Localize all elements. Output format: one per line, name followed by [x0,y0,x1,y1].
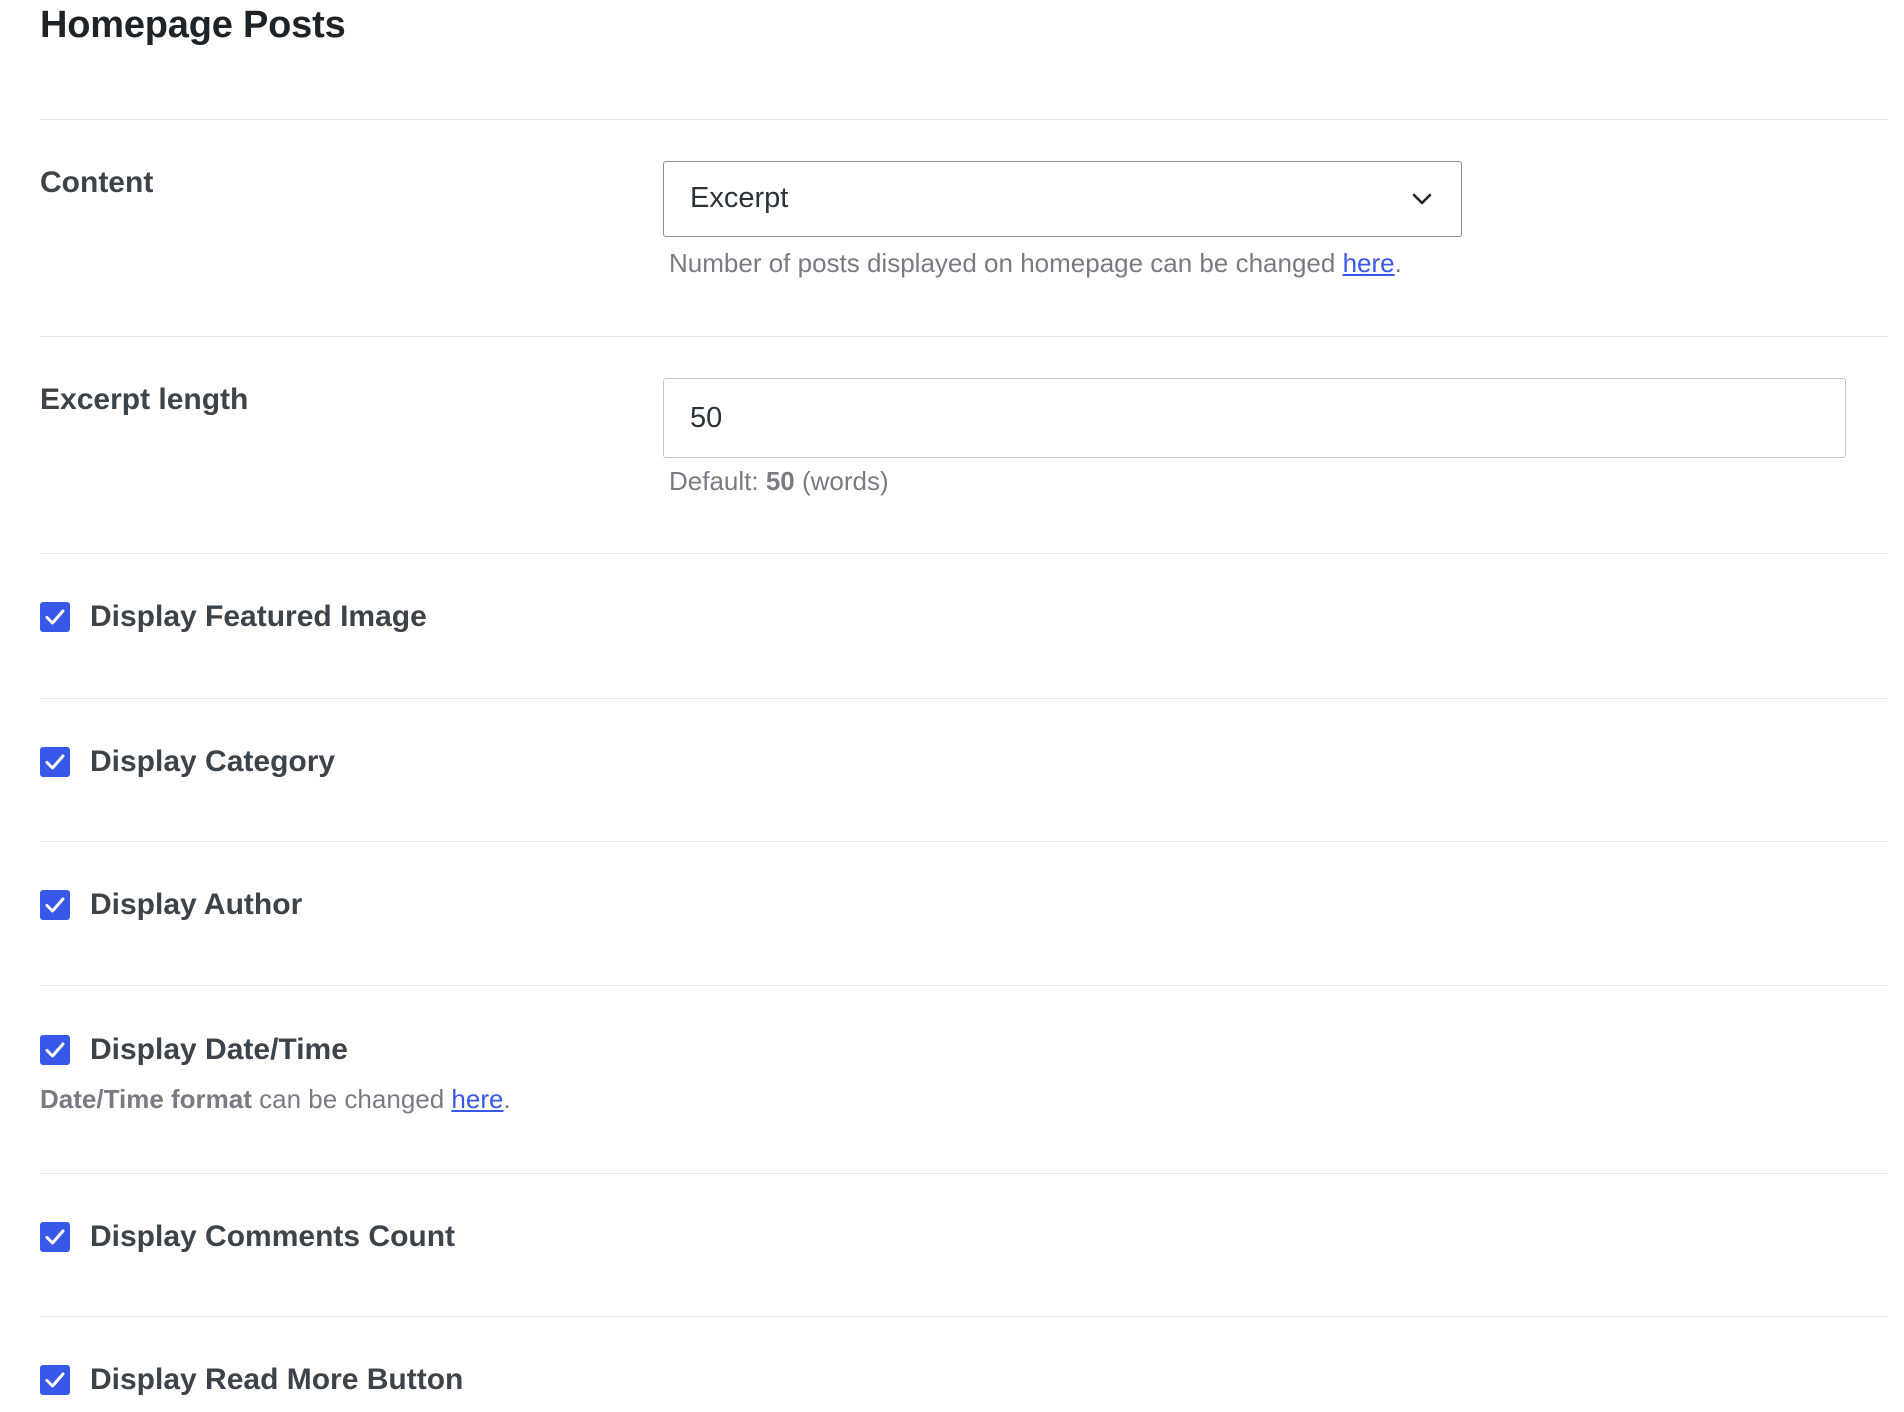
divider [40,1316,1888,1317]
checkbox-label: Display Comments Count [90,1220,456,1253]
divider [40,985,1888,986]
content-label: Content [40,166,154,199]
divider [40,1173,1888,1174]
datetime-help-suffix: . [503,1084,511,1114]
checkbox-label: Display Featured Image [90,600,427,633]
checkmark-icon [45,1042,65,1058]
checkmark-icon [45,1229,65,1245]
datetime-help-message: can be changed [251,1084,452,1114]
checkbox-display-featured-image[interactable]: Display Featured Image [40,597,427,637]
divider [40,698,1888,699]
excerpt-default-value: 50 [765,466,795,496]
checkmark-icon [45,754,65,770]
checkbox-box[interactable] [40,890,70,920]
checkbox-display-date-time[interactable]: Display Date/Time [40,1030,348,1070]
checkbox-label: Display Category [90,745,336,778]
checkbox-box[interactable] [40,1035,70,1065]
excerpt-length-input[interactable] [663,378,1846,458]
checkbox-display-comments-count[interactable]: Display Comments Count [40,1217,455,1257]
checkbox-box[interactable] [40,747,70,777]
checkbox-display-author[interactable]: Display Author [40,885,302,925]
checkmark-icon [45,609,65,625]
excerpt-help-text: Default: 50 (words) [669,466,889,497]
divider [40,119,1888,120]
checkbox-display-category[interactable]: Display Category [40,742,335,782]
divider [40,553,1888,554]
checkbox-display-read-more-button[interactable]: Display Read More Button [40,1360,463,1400]
content-select[interactable]: Excerpt [663,161,1462,237]
chevron-down-icon [1412,193,1432,205]
excerpt-help-prefix: Default: [669,466,766,496]
content-select-value: Excerpt [690,182,789,214]
checkbox-box[interactable] [40,1222,70,1252]
datetime-format-link[interactable]: here [451,1084,503,1114]
page-title: Homepage Posts [40,4,346,46]
checkbox-label: Display Author [90,888,303,921]
checkbox-label: Display Read More Button [90,1363,464,1396]
content-help-text: Number of posts displayed on homepage ca… [669,248,1402,279]
datetime-help-text: Date/Time format can be changed here. [40,1084,511,1115]
divider [40,841,1888,842]
checkbox-label: Display Date/Time [90,1033,348,1066]
content-help-suffix: . [1394,248,1402,278]
divider [40,336,1888,337]
checkbox-box[interactable] [40,602,70,632]
checkmark-icon [45,897,65,913]
datetime-format-label: Date/Time format [40,1084,252,1114]
excerpt-help-suffix: (words) [794,466,889,496]
content-help-message: Number of posts displayed on homepage ca… [669,248,1343,278]
excerpt-length-label: Excerpt length [40,383,249,416]
checkmark-icon [45,1372,65,1388]
posts-count-link[interactable]: here [1343,248,1395,278]
checkbox-box[interactable] [40,1365,70,1395]
